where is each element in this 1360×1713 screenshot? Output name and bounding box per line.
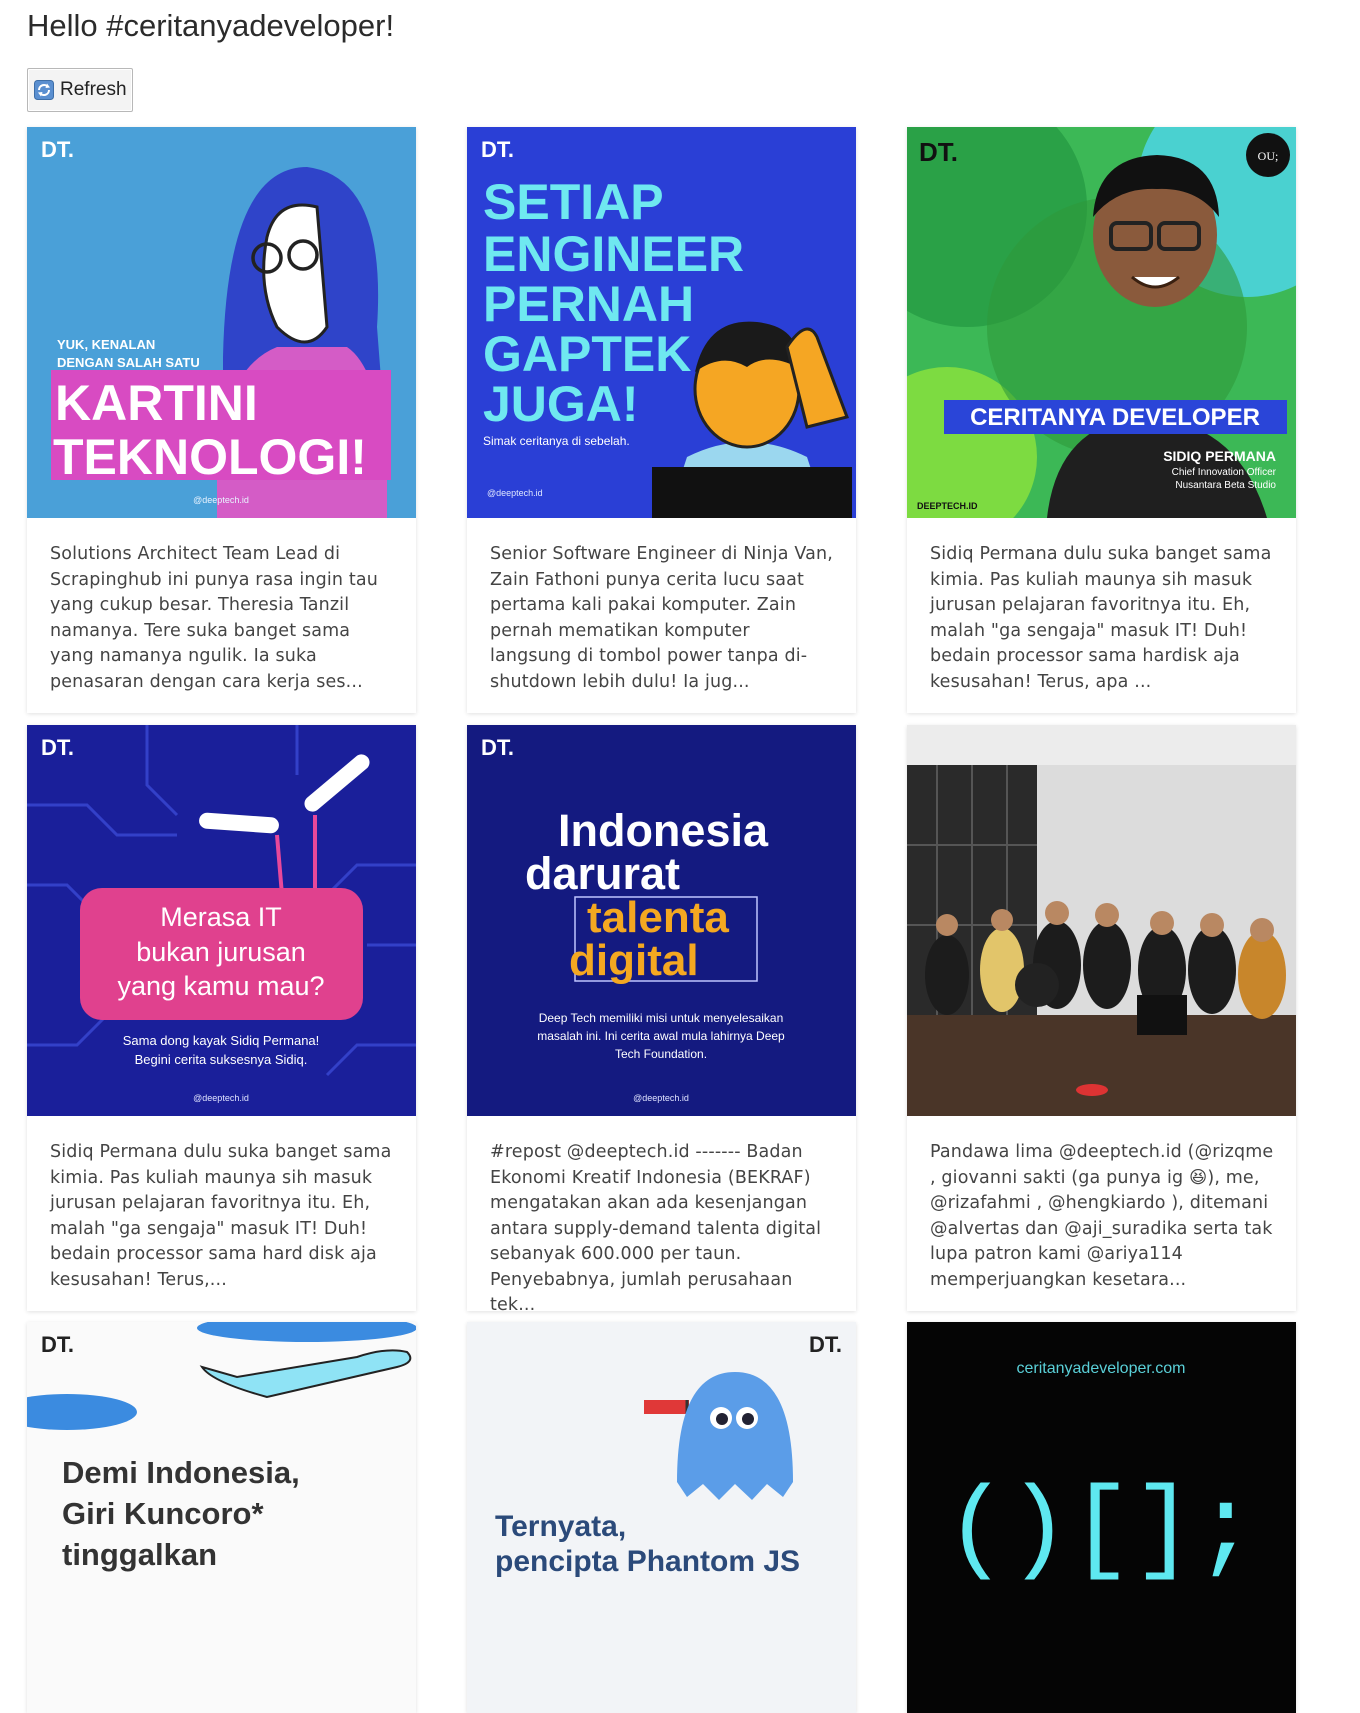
svg-text:()[];: ()[]; [945,1472,1257,1590]
post-card[interactable]: DT. YUK, KENALAN DENGAN SALAH SATU KARTI… [27,127,416,713]
svg-text:KARTINI: KARTINI [55,375,258,431]
post-card[interactable]: DT. Indonesia darurat talenta digital De… [467,725,856,1311]
svg-text:DEEPTECH.ID: DEEPTECH.ID [917,501,978,511]
refresh-icon [34,80,54,100]
svg-text:DT.: DT. [41,1332,74,1357]
svg-text:YUK, KENALAN: YUK, KENALAN [57,337,155,352]
svg-text:yang kamu mau?: yang kamu mau? [117,971,324,1001]
post-caption: Sidiq Permana dulu suka banget sama kimi… [50,1142,392,1290]
refresh-label: Refresh [60,79,127,100]
post-caption: Solutions Architect Team Lead di Scrapin… [50,544,378,692]
post-image[interactable]: DT. Indonesia darurat talenta digital De… [467,725,856,1116]
post-card[interactable]: DT. Demi Indonesia, Giri Kuncoro* tingga… [27,1322,416,1713]
svg-text:Deep Tech memiliki misi untuk: Deep Tech memiliki misi untuk menyelesai… [539,1011,784,1025]
svg-text:@deeptech.id: @deeptech.id [193,1093,249,1103]
post-image[interactable]: DT. Ternyata, pencipta Phantom JS [467,1322,856,1713]
svg-text:SETIAP: SETIAP [483,174,664,230]
svg-text:ceritanyadeveloper.com: ceritanyadeveloper.com [1017,1360,1186,1377]
post-image[interactable]: DT. Demi Indonesia, Giri Kuncoro* tingga… [27,1322,416,1713]
svg-text:Simak ceritanya di sebelah.: Simak ceritanya di sebelah. [483,434,630,448]
svg-text:Ternyata,: Ternyata, [495,1510,626,1543]
svg-text:Sama dong kayak Sidiq Permana!: Sama dong kayak Sidiq Permana! [123,1033,320,1048]
svg-text:DT.: DT. [481,735,514,760]
svg-text:@deeptech.id: @deeptech.id [633,1093,689,1103]
post-image[interactable] [907,725,1296,1116]
svg-text:Demi Indonesia,: Demi Indonesia, [62,1455,300,1490]
svg-text:CERITANYA DEVELOPER: CERITANYA DEVELOPER [970,404,1260,431]
svg-text:tinggalkan: tinggalkan [62,1537,217,1572]
svg-text:DT.: DT. [809,1332,842,1357]
post-image[interactable]: DT. YUK, KENALAN DENGAN SALAH SATU KARTI… [27,127,416,518]
post-image[interactable]: ceritanyadeveloper.com ()[]; [907,1322,1296,1713]
svg-text:PERNAH: PERNAH [483,276,694,332]
post-caption: Pandawa lima @deeptech.id (@rizqme , gio… [930,1142,1274,1290]
svg-text:Nusantara Beta Studio: Nusantara Beta Studio [1175,480,1276,491]
svg-text:@deeptech.id: @deeptech.id [487,488,543,498]
svg-text:Chief Innovation Officer: Chief Innovation Officer [1172,467,1277,478]
svg-text:Merasa IT: Merasa IT [160,902,282,932]
dt-logo: DT. [41,137,74,162]
svg-text:Begini cerita suksesnya Sidiq.: Begini cerita suksesnya Sidiq. [135,1052,308,1067]
post-card[interactable]: DT. OU; CERITANYA DEVELOPER SIDIQ PERMAN… [907,127,1296,713]
svg-text:ENGINEER: ENGINEER [483,226,744,282]
post-card[interactable]: DT. Ternyata, pencipta Phantom JS [467,1322,856,1713]
post-card[interactable]: ceritanyadeveloper.com ()[]; [907,1322,1296,1713]
post-card[interactable]: DT. SETIAP ENGINEER PERNAH GAPTEK JUGA! … [467,127,856,713]
page-title: Hello #ceritanyadeveloper! [27,8,395,43]
refresh-button[interactable]: Refresh [27,68,133,112]
svg-text:bukan jurusan: bukan jurusan [136,937,306,967]
svg-text:TEKNOLOGI!: TEKNOLOGI! [53,429,367,485]
post-card[interactable]: Pandawa lima @deeptech.id (@rizqme , gio… [907,725,1296,1311]
svg-text:digital: digital [569,936,699,985]
svg-text:pencipta Phantom JS: pencipta Phantom JS [495,1545,800,1578]
svg-text:darurat: darurat [525,848,680,899]
svg-text:DT.: DT. [41,735,74,760]
svg-text:DT.: DT. [481,137,514,162]
svg-text:Giri Kuncoro*: Giri Kuncoro* [62,1496,264,1531]
post-image[interactable]: DT. OU; CERITANYA DEVELOPER SIDIQ PERMAN… [907,127,1296,518]
svg-text:Tech Foundation.: Tech Foundation. [615,1047,707,1061]
post-image[interactable]: DT. Merasa IT bukan jurusan yang kamu ma… [27,725,416,1116]
post-card[interactable]: DT. Merasa IT bukan jurusan yang kamu ma… [27,725,416,1311]
svg-text:JUGA!: JUGA! [483,376,639,432]
svg-text:@deeptech.id: @deeptech.id [193,495,249,505]
post-caption: Senior Software Engineer di Ninja Van, Z… [490,544,833,692]
svg-text:DENGAN SALAH SATU: DENGAN SALAH SATU [57,355,200,370]
svg-text:OU;: OU; [1258,149,1279,163]
svg-text:GAPTEK: GAPTEK [483,326,691,382]
svg-text:SIDIQ PERMANA: SIDIQ PERMANA [1163,448,1276,464]
post-caption: Sidiq Permana dulu suka banget sama kimi… [930,544,1272,692]
post-caption: #repost @deeptech.id ------- Badan Ekono… [490,1142,822,1311]
post-image[interactable]: DT. SETIAP ENGINEER PERNAH GAPTEK JUGA! … [467,127,856,518]
svg-text:talenta: talenta [587,893,729,942]
svg-text:DT.: DT. [919,137,958,167]
svg-text:masalah ini. Ini cerita awal m: masalah ini. Ini cerita awal mula lahirn… [537,1029,785,1043]
